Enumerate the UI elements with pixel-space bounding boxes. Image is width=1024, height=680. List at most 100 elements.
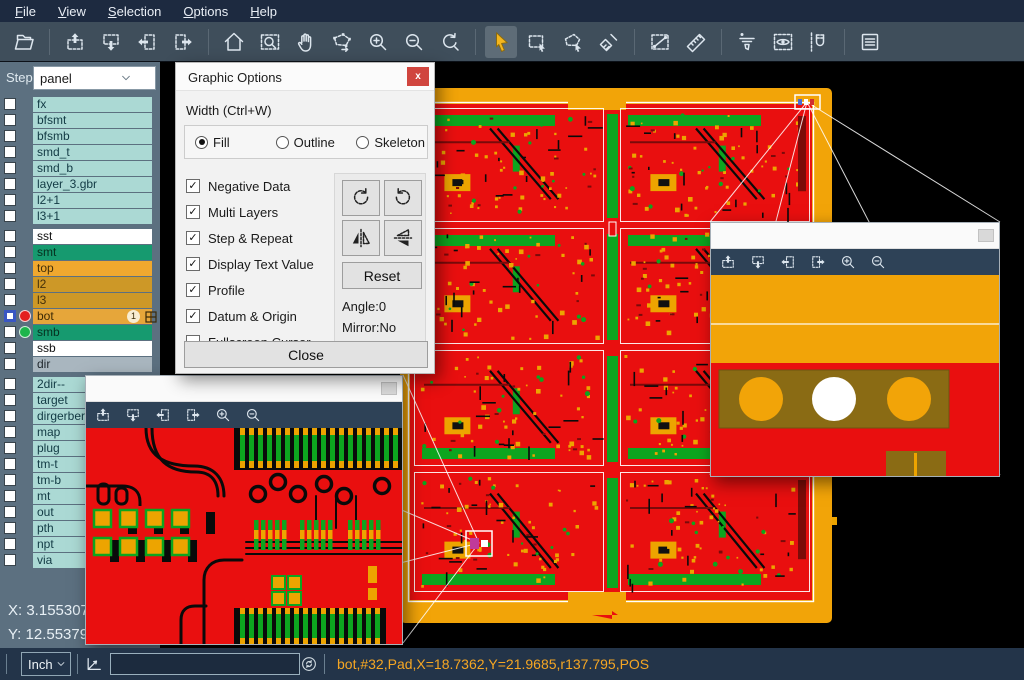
- radio-outline[interactable]: Outline: [276, 135, 347, 150]
- pan-right-button[interactable]: [184, 406, 202, 424]
- pan-down-button[interactable]: [95, 26, 127, 58]
- clear-highlight-button[interactable]: [593, 26, 625, 58]
- zoom-window-bottom-left[interactable]: [85, 375, 403, 645]
- flip-horizontal-button[interactable]: [342, 220, 380, 256]
- rotate-cw-button[interactable]: [342, 180, 380, 216]
- object-visibility-button[interactable]: [767, 26, 799, 58]
- pan-up-button[interactable]: [94, 406, 112, 424]
- layer-label[interactable]: smd_t: [33, 145, 152, 160]
- layer-checkbox[interactable]: [4, 522, 16, 534]
- layer-checkbox[interactable]: [4, 246, 16, 258]
- layer-row-smt[interactable]: smt: [0, 245, 160, 260]
- layer-label[interactable]: bfsmt: [33, 113, 152, 128]
- rotate-ccw-button[interactable]: [384, 180, 422, 216]
- layer-checkbox[interactable]: [4, 538, 16, 550]
- layer-checkbox[interactable]: [4, 98, 16, 110]
- layer-label[interactable]: sst: [33, 229, 152, 244]
- layer-label[interactable]: fx: [33, 97, 152, 112]
- zoom-in-button[interactable]: [214, 406, 232, 424]
- layer-label[interactable]: l2: [33, 277, 152, 292]
- window-button[interactable]: [978, 229, 994, 242]
- layer-row-bot[interactable]: bot1: [0, 309, 160, 324]
- checkbox-box[interactable]: ✓: [186, 309, 200, 323]
- layer-checkbox[interactable]: [4, 114, 16, 126]
- layer-checkbox[interactable]: [4, 358, 16, 370]
- layer-checkbox[interactable]: [4, 294, 16, 306]
- pan-up-button[interactable]: [59, 26, 91, 58]
- checkbox-box[interactable]: ✓: [186, 231, 200, 245]
- zoom-detail-view[interactable]: [86, 428, 402, 644]
- layer-row-bfsmb[interactable]: bfsmb: [0, 129, 160, 144]
- layer-row-l2[interactable]: l2: [0, 277, 160, 292]
- checkbox-multi-layers[interactable]: ✓Multi Layers: [186, 199, 314, 225]
- checkbox-box[interactable]: ✓: [186, 283, 200, 297]
- zoom-home-button[interactable]: [218, 26, 250, 58]
- command-input[interactable]: [110, 653, 300, 675]
- checkbox-negative-data[interactable]: ✓Negative Data: [186, 173, 314, 199]
- checkbox-step-repeat[interactable]: ✓Step & Repeat: [186, 225, 314, 251]
- pan-left-button[interactable]: [131, 26, 163, 58]
- checkbox-box[interactable]: ✓: [186, 205, 200, 219]
- layer-row-l3+1[interactable]: l3+1: [0, 209, 160, 224]
- layer-label[interactable]: layer_3.gbr: [33, 177, 152, 192]
- layer-checkbox[interactable]: [4, 554, 16, 566]
- radio-skeleton[interactable]: Skeleton: [356, 135, 427, 150]
- zoom-detail-view[interactable]: [711, 275, 999, 476]
- layer-checkbox[interactable]: [4, 394, 16, 406]
- checkbox-box[interactable]: ✓: [186, 179, 200, 193]
- pan-tool-button[interactable]: [290, 26, 322, 58]
- filter-button[interactable]: [731, 26, 763, 58]
- select-poly-button[interactable]: [557, 26, 589, 58]
- layer-row-dir[interactable]: dir: [0, 357, 160, 372]
- flip-vertical-button[interactable]: [384, 220, 422, 256]
- layer-grid-icon[interactable]: [145, 310, 157, 322]
- layer-checkbox[interactable]: [4, 474, 16, 486]
- zoom-out-button[interactable]: [869, 253, 887, 271]
- refresh-icon[interactable]: [300, 655, 318, 673]
- select-rect-button[interactable]: [521, 26, 553, 58]
- pan-left-button[interactable]: [154, 406, 172, 424]
- unit-select[interactable]: Inch: [21, 652, 71, 676]
- window-button[interactable]: [381, 382, 397, 395]
- layer-checkbox[interactable]: [4, 506, 16, 518]
- pan-right-button[interactable]: [167, 26, 199, 58]
- layer-label[interactable]: bfsmb: [33, 129, 152, 144]
- pan-right-button[interactable]: [809, 253, 827, 271]
- zoom-out-button[interactable]: [398, 26, 430, 58]
- snap-button[interactable]: [803, 26, 835, 58]
- close-icon[interactable]: x: [407, 67, 429, 86]
- layer-checkbox[interactable]: [4, 210, 16, 222]
- zoom-previous-button[interactable]: [434, 26, 466, 58]
- pan-left-button[interactable]: [779, 253, 797, 271]
- layer-label[interactable]: l2+1: [33, 193, 152, 208]
- layer-row-fx[interactable]: fx: [0, 97, 160, 112]
- layer-row-bfsmt[interactable]: bfsmt: [0, 113, 160, 128]
- layer-checkbox[interactable]: [4, 278, 16, 290]
- layer-row-smb[interactable]: smb: [0, 325, 160, 340]
- zoom-out-button[interactable]: [244, 406, 262, 424]
- layer-row-l2+1[interactable]: l2+1: [0, 193, 160, 208]
- layer-checkbox[interactable]: [4, 130, 16, 142]
- zoom-in-button[interactable]: [362, 26, 394, 58]
- layer-checkbox[interactable]: [4, 490, 16, 502]
- layer-checkbox[interactable]: [4, 178, 16, 190]
- pan-down-button[interactable]: [749, 253, 767, 271]
- layer-checkbox[interactable]: [4, 326, 16, 338]
- menu-selection[interactable]: Selection: [97, 2, 172, 21]
- layer-checkbox[interactable]: [4, 310, 16, 322]
- zoom-window-button[interactable]: [254, 26, 286, 58]
- layer-checkbox[interactable]: [4, 378, 16, 390]
- layer-row-smd_b[interactable]: smd_b: [0, 161, 160, 176]
- layer-label[interactable]: l3: [33, 293, 152, 308]
- checkbox-datum-origin[interactable]: ✓Datum & Origin: [186, 303, 314, 329]
- layer-label[interactable]: l3+1: [33, 209, 152, 224]
- layer-row-top[interactable]: top: [0, 261, 160, 276]
- checkbox-box[interactable]: ✓: [186, 257, 200, 271]
- open-file-button[interactable]: [8, 26, 40, 58]
- zoom-window-right[interactable]: [710, 222, 1000, 477]
- layer-row-ssb[interactable]: ssb: [0, 341, 160, 356]
- close-button[interactable]: Close: [184, 341, 428, 368]
- zoom-in-button[interactable]: [839, 253, 857, 271]
- layer-label[interactable]: smt: [33, 245, 152, 260]
- layer-checkbox[interactable]: [4, 410, 16, 422]
